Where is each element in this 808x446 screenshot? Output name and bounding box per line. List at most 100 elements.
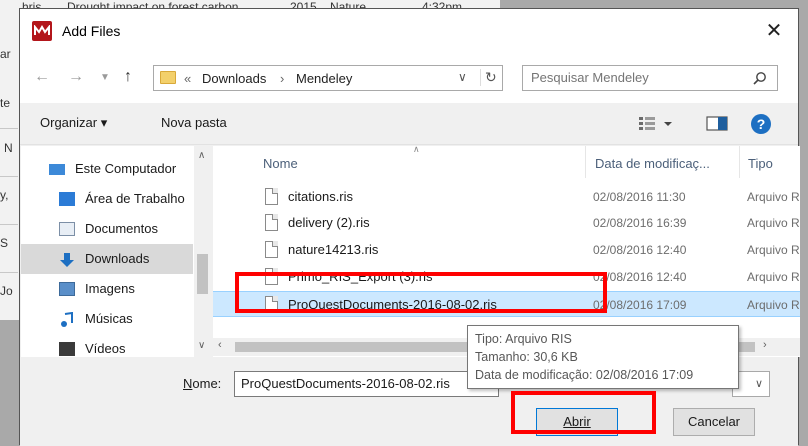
file-icon — [265, 188, 278, 205]
file-type: Arquivo R — [747, 216, 800, 230]
videos-icon — [59, 342, 75, 356]
open-button[interactable]: Abrir — [536, 408, 618, 436]
nav-item-documentos[interactable]: Documentos — [21, 214, 193, 244]
recent-locations-chevron-icon[interactable]: ▼ — [100, 72, 110, 83]
address-dropdown-chevron-icon[interactable]: ∨ — [458, 70, 467, 84]
column-header-type[interactable]: Tipo — [748, 156, 773, 171]
file-info-tooltip: Tipo: Arquivo RIS Tamanho: 30,6 KB Data … — [467, 325, 739, 389]
file-row[interactable]: citations.ris 02/08/2016 11:30 Arquivo R — [213, 184, 800, 210]
desktop-icon — [59, 192, 75, 206]
background-side-text: ar — [0, 47, 11, 61]
search-input[interactable] — [529, 69, 739, 86]
breadcrumb-overflow[interactable]: « — [184, 71, 191, 86]
breadcrumb-mendeley[interactable]: Mendeley — [296, 71, 352, 86]
tooltip-modified: Data de modificação: 02/08/2016 17:09 — [475, 368, 694, 382]
cancel-button[interactable]: Cancelar — [673, 408, 755, 436]
search-icon[interactable] — [753, 71, 767, 88]
file-name-input[interactable] — [239, 375, 494, 392]
background-divider — [0, 128, 18, 129]
file-name: nature14213.ris — [288, 242, 379, 257]
scroll-right-icon[interactable]: › — [763, 339, 767, 351]
scroll-left-icon[interactable]: ‹ — [218, 339, 222, 351]
sort-ascending-icon: ∧ — [413, 146, 420, 154]
file-name-label: Nome: — [183, 376, 221, 391]
file-icon — [265, 268, 278, 285]
nav-item-label: Músicas — [85, 311, 133, 326]
background-side-text: te — [0, 96, 11, 110]
view-options-icon[interactable] — [638, 113, 678, 136]
svg-text:?: ? — [757, 116, 766, 132]
background-side-text: S — [0, 236, 9, 250]
help-icon[interactable]: ? — [750, 113, 772, 138]
documents-icon — [59, 222, 75, 236]
file-icon — [265, 296, 278, 313]
title-bar: Add Files ✕ — [20, 9, 798, 53]
file-date: 02/08/2016 11:30 — [593, 190, 686, 204]
navigation-pane: Este Computador Área de Trabalho Documen… — [21, 146, 211, 357]
scroll-thumb[interactable] — [197, 254, 208, 294]
up-arrow-icon[interactable]: ↑ — [124, 68, 132, 86]
background-divider — [0, 272, 18, 273]
file-name: Primo_RIS_Export (3).ris — [288, 269, 433, 284]
nav-item-label: Este Computador — [75, 161, 177, 176]
nav-item-videos[interactable]: Vídeos — [21, 334, 193, 357]
file-type: Arquivo R — [747, 243, 800, 257]
file-row[interactable]: Primo_RIS_Export (3).ris 02/08/2016 12:4… — [213, 264, 800, 290]
new-folder-button[interactable]: Nova pasta — [161, 115, 227, 130]
organize-menu-button[interactable]: Organizar ▾ — [40, 115, 107, 131]
refresh-icon[interactable]: ↻ — [480, 69, 497, 86]
column-divider[interactable] — [585, 146, 586, 178]
file-icon — [265, 241, 278, 258]
command-toolbar: Organizar ▾ Nova pasta ? — [20, 103, 798, 145]
folder-icon — [160, 71, 176, 84]
computer-icon — [49, 164, 65, 175]
column-header-name[interactable]: Nome — [263, 156, 298, 171]
background-divider — [0, 176, 18, 177]
background-side-text: y, — [0, 188, 9, 202]
file-date: 02/08/2016 12:40 — [593, 243, 687, 257]
breadcrumb-separator[interactable]: › — [280, 71, 284, 86]
background-side-text: Jo — [0, 284, 13, 298]
nav-item-label: Documentos — [85, 221, 158, 236]
search-box[interactable] — [522, 65, 778, 91]
file-row[interactable]: delivery (2).ris 02/08/2016 16:39 Arquiv… — [213, 210, 800, 236]
file-name: ProQuestDocuments-2016-08-02.ris — [288, 297, 497, 312]
navigation-bar: ← → ▼ ↑ « Downloads › Mendeley ∨ ↻ — [20, 53, 798, 103]
background-divider — [0, 224, 18, 225]
scroll-down-icon[interactable]: ∨ — [198, 340, 205, 351]
dialog-title: Add Files — [62, 23, 121, 39]
nav-item-este-computador[interactable]: Este Computador — [21, 154, 193, 184]
file-name-label-accesskey: N — [183, 376, 193, 391]
pictures-icon — [59, 282, 75, 296]
open-button-label: Abrir — [563, 414, 591, 429]
file-date: 02/08/2016 16:39 — [593, 216, 687, 230]
chevron-down-icon: ∨ — [755, 378, 764, 390]
music-icon — [59, 311, 75, 327]
forward-arrow-icon[interactable]: → — [68, 68, 84, 86]
file-icon — [265, 214, 278, 231]
breadcrumb-downloads[interactable]: Downloads — [202, 71, 266, 86]
column-header-date[interactable]: Data de modificaç... — [595, 156, 710, 171]
file-name-field[interactable] — [234, 371, 499, 397]
nav-item-label: Downloads — [85, 251, 150, 266]
column-divider[interactable] — [739, 146, 740, 178]
nav-item-imagens[interactable]: Imagens — [21, 274, 193, 304]
nav-item-musicas[interactable]: Músicas — [21, 304, 193, 334]
nav-item-area-de-trabalho[interactable]: Área de Trabalho — [21, 184, 193, 214]
file-date: 02/08/2016 17:09 — [593, 298, 687, 312]
file-row[interactable]: nature14213.ris 02/08/2016 12:40 Arquivo… — [213, 237, 800, 263]
mendeley-logo-icon — [32, 21, 52, 41]
close-button[interactable]: ✕ — [760, 17, 788, 45]
nav-pane-scrollbar[interactable]: ∧ ∨ — [194, 146, 211, 357]
file-type: Arquivo R — [747, 270, 800, 284]
address-bar[interactable]: « Downloads › Mendeley ∨ ↻ — [153, 65, 503, 91]
background-side-text: N — [4, 141, 13, 155]
scroll-up-icon[interactable]: ∧ — [198, 150, 205, 161]
back-arrow-icon[interactable]: ← — [34, 68, 50, 86]
file-row-selected[interactable]: ProQuestDocuments-2016-08-02.ris 02/08/2… — [213, 291, 800, 317]
downloads-icon — [59, 252, 75, 267]
preview-pane-icon[interactable] — [706, 113, 728, 136]
nav-item-label: Área de Trabalho — [85, 191, 185, 206]
tooltip-type: Tipo: Arquivo RIS — [475, 332, 572, 346]
nav-item-downloads[interactable]: Downloads — [21, 244, 193, 274]
